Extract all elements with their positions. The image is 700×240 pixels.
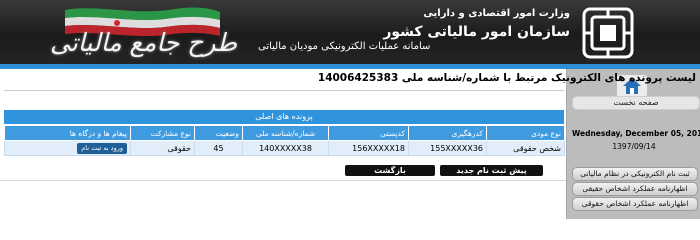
ministry-name: وزارت امور اقتصادی و دارایی	[423, 8, 570, 19]
slogan-calligraphy: طرح جامع مالیاتی	[50, 28, 238, 57]
enter-registration-button[interactable]: ورود به ثبت نام	[77, 142, 127, 154]
column-header: پیغام ها و درگاه ها	[4, 125, 131, 141]
column-header: کدرهگیری	[408, 125, 487, 141]
taxpayer-type-cell: شخص حقوقی	[486, 140, 565, 156]
participation-type-cell: حقوقی	[130, 140, 195, 156]
sidebar-item-registration[interactable]: ثبت نام الکترونیکی در نظام مالیاتی	[572, 167, 698, 181]
files-table: نوع مودی کدرهگیری کدپستی شماره/شناسه ملی…	[4, 125, 565, 156]
home-button[interactable]: صفحه نخست	[572, 96, 700, 110]
national-id-cell: 140XXXXX38	[242, 140, 329, 156]
column-header: کدپستی	[328, 125, 409, 141]
sidebar-item-individual-return[interactable]: اظهارنامه عملکرد اشخاص حقیقی	[572, 182, 698, 196]
organization-name: سازمان امور مالیاتی کشور	[383, 24, 570, 40]
persian-date: 1397/09/14	[612, 142, 656, 151]
title-divider	[4, 90, 564, 91]
actions-cell: ورود به ثبت نام	[4, 140, 131, 156]
new-registration-button[interactable]: پیش ثبت نام جدید	[440, 165, 543, 176]
system-subtitle: سامانه عملیات الکترونیکی مودیان مالیاتی	[258, 41, 431, 52]
tracking-code-cell: 155XXXXX36	[408, 140, 487, 156]
panel-title: پرونده های اصلی	[4, 110, 564, 124]
column-header: نوع مشارکت	[130, 125, 195, 141]
gregorian-date: Wednesday, December 05, 2018	[572, 129, 700, 138]
site-banner: طرح جامع مالیاتی سامانه عملیات الکترونیک…	[0, 0, 700, 64]
column-header: وضعیت	[194, 125, 243, 141]
column-header: شماره/شناسه ملی	[242, 125, 329, 141]
page-title: لیست پرونده های الکترونیک مرتبط با شماره…	[317, 72, 696, 84]
tax-organization-logo-icon	[582, 7, 634, 59]
table-row: شخص حقوقی 155XXXXX36 156XXXXX18 140XXXXX…	[4, 140, 565, 156]
column-header: نوع مودی	[486, 125, 565, 141]
sidebar-item-legal-return[interactable]: اظهارنامه عملکرد اشخاص حقوقی	[572, 197, 698, 211]
back-button[interactable]: بازگشت	[345, 165, 435, 176]
footer-divider	[0, 180, 566, 181]
postal-code-cell: 156XXXXX18	[328, 140, 409, 156]
status-cell: 45	[194, 140, 243, 156]
table-header-row: نوع مودی کدرهگیری کدپستی شماره/شناسه ملی…	[4, 125, 565, 141]
